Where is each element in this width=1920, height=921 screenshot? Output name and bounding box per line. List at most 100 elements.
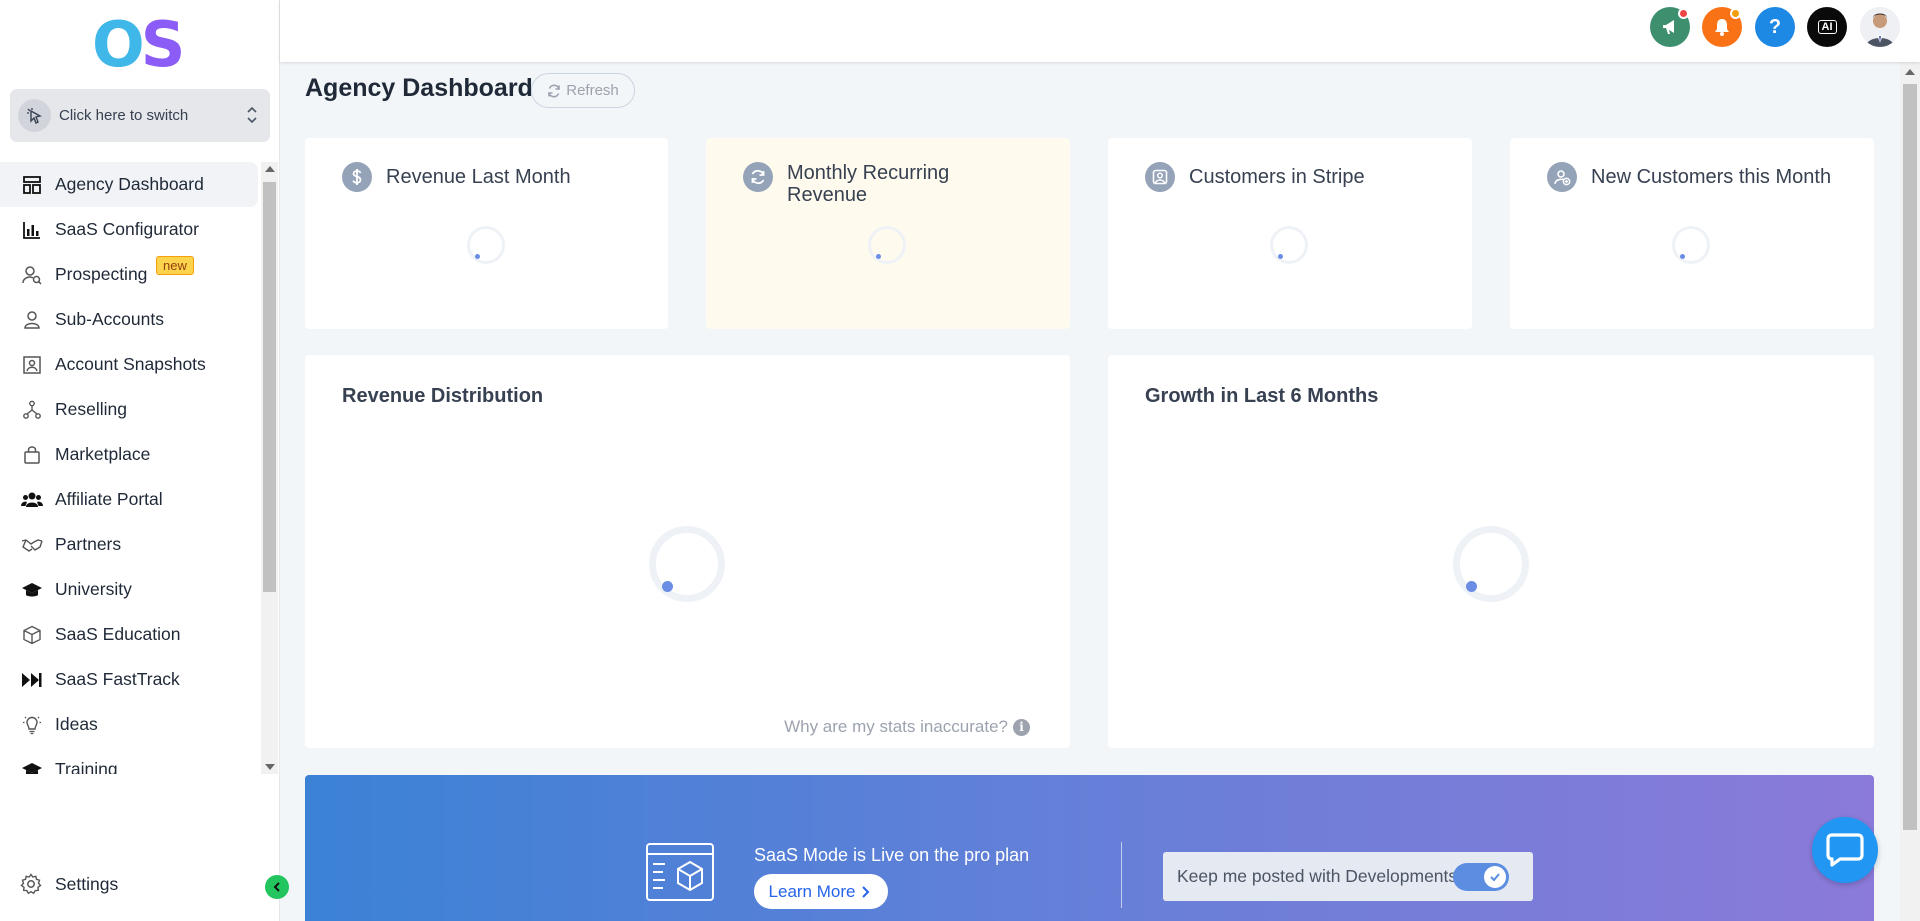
sidebar-item-partners[interactable]: Partners	[0, 522, 260, 567]
hierarchy-icon	[20, 398, 44, 422]
sidebar-item-settings[interactable]: Settings	[0, 862, 260, 907]
sidebar-item-training[interactable]: Training	[0, 747, 260, 774]
check-icon	[1484, 866, 1506, 888]
snapshot-icon	[20, 353, 44, 377]
sidebar-item-saas-fasttrack[interactable]: SaaS FastTrack	[0, 657, 260, 702]
loading-spinner	[1453, 526, 1529, 602]
ai-badge-icon: AI	[1817, 20, 1837, 34]
sidebar-item-label: Marketplace	[55, 444, 151, 464]
handshake-icon	[20, 533, 44, 557]
megaphone-icon	[1663, 20, 1674, 34]
loading-spinner	[649, 526, 725, 602]
sidebar-item-label: Agency Dashboard	[55, 174, 204, 194]
notification-dot	[1730, 8, 1741, 19]
stat-card-customers-in-stripe: Customers in Stripe	[1108, 138, 1472, 329]
new-badge: new	[156, 256, 194, 275]
customers-icon	[1145, 162, 1175, 192]
card-title: New Customers this Month	[1591, 166, 1832, 188]
card-title: Customers in Stripe	[1189, 166, 1365, 188]
sidebar-item-label: Account Snapshots	[55, 354, 206, 374]
sidebar-item-label: Affiliate Portal	[55, 489, 163, 509]
sidebar-item-marketplace[interactable]: Marketplace	[0, 432, 260, 477]
refresh-button[interactable]: Refresh	[531, 73, 635, 108]
chat-bubble-icon	[1826, 833, 1864, 867]
stats-inaccurate-label: Why are my stats inaccurate?	[784, 717, 1008, 736]
sidebar-item-saas-configurator[interactable]: SaaS Configurator	[0, 207, 260, 252]
announcements-button[interactable]	[1650, 7, 1690, 47]
account-switcher[interactable]: Click here to switch	[10, 89, 270, 142]
collapse-sidebar-button[interactable]	[265, 875, 289, 899]
scroll-down-arrow[interactable]	[265, 764, 275, 770]
help-button[interactable]: ?	[1755, 7, 1795, 47]
sidebar-item-affiliate-portal[interactable]: Affiliate Portal	[0, 477, 260, 522]
switcher-label: Click here to switch	[59, 107, 189, 124]
page-title: Agency Dashboard	[305, 74, 533, 102]
learn-more-label: Learn More	[768, 881, 856, 901]
notification-dot	[1678, 8, 1689, 19]
panel-title: Growth in Last 6 Months	[1145, 385, 1379, 407]
notifications-button[interactable]	[1702, 7, 1742, 47]
sidebar-item-ideas[interactable]: Ideas	[0, 702, 260, 747]
scroll-up-arrow[interactable]	[265, 166, 275, 172]
stat-card-revenue-last-month: Revenue Last Month	[305, 138, 668, 329]
stats-inaccurate-link[interactable]: Why are my stats inaccurate? i	[784, 717, 1030, 737]
saas-mode-banner: SaaS Mode is Live on the pro plan Learn …	[305, 775, 1874, 921]
card-title: Monthly Recurring Revenue	[787, 162, 950, 206]
sidebar-item-sub-accounts[interactable]: Sub-Accounts	[0, 297, 260, 342]
chat-widget-button[interactable]	[1812, 817, 1878, 883]
scrollbar-thumb[interactable]	[263, 182, 276, 592]
loading-spinner	[868, 226, 906, 264]
graduation-cap-icon	[20, 758, 44, 774]
banner-divider	[1121, 842, 1122, 908]
logo-letter-s: S	[140, 8, 186, 81]
top-header: ? AI	[280, 0, 1920, 62]
pointer-click-icon	[18, 99, 51, 132]
bell-icon	[1715, 19, 1729, 36]
main-scrollbar[interactable]	[1900, 62, 1920, 921]
main-content: Agency Dashboard Refresh Revenue Last Mo…	[280, 62, 1900, 921]
sidebar-item-label: Prospecting	[55, 264, 148, 284]
user-avatar-icon	[1860, 7, 1900, 47]
sidebar-scrollbar[interactable]	[261, 162, 278, 774]
users-icon	[20, 488, 44, 512]
sidebar-item-university[interactable]: University	[0, 567, 260, 612]
revenue-distribution-panel: Revenue Distribution Why are my stats in…	[305, 355, 1070, 748]
sidebar-item-label: Reselling	[55, 399, 127, 419]
sidebar-item-prospecting[interactable]: Prospecting new	[0, 252, 260, 297]
sidebar-item-label: Sub-Accounts	[55, 309, 164, 329]
settings-label: Settings	[55, 874, 119, 894]
user-icon	[20, 308, 44, 332]
chevron-updown-icon	[247, 106, 257, 124]
question-mark-icon: ?	[1768, 15, 1782, 38]
lightbulb-icon	[20, 713, 44, 737]
box-icon	[20, 623, 44, 647]
stat-card-new-customers: New Customers this Month	[1510, 138, 1874, 329]
ai-button[interactable]: AI	[1807, 7, 1847, 47]
sidebar-item-saas-education[interactable]: SaaS Education	[0, 612, 260, 657]
refresh-icon	[548, 84, 561, 97]
sidebar-item-label: SaaS FastTrack	[55, 669, 180, 689]
keep-posted-label: Keep me posted with Developments	[1177, 866, 1458, 886]
bar-chart-icon	[20, 218, 44, 242]
card-title: Revenue Last Month	[386, 166, 571, 188]
scrollbar-thumb[interactable]	[1903, 84, 1917, 830]
learn-more-button[interactable]: Learn More	[754, 874, 888, 909]
sidebar-item-label: Ideas	[55, 714, 98, 734]
logo-letter-o: O	[92, 8, 145, 81]
sidebar-item-label: University	[55, 579, 132, 599]
scroll-up-arrow[interactable]	[1905, 69, 1915, 75]
user-search-icon	[20, 263, 44, 287]
sidebar-item-reselling[interactable]: Reselling	[0, 387, 260, 432]
sidebar-item-label: SaaS Configurator	[55, 219, 199, 239]
sidebar-item-agency-dashboard[interactable]: Agency Dashboard	[0, 162, 258, 207]
keep-posted-box: Keep me posted with Developments	[1163, 852, 1533, 901]
sidebar-item-label: SaaS Education	[55, 624, 181, 644]
ai-label: AI	[1821, 21, 1833, 33]
fast-forward-icon	[20, 668, 44, 692]
sidebar-item-label: Partners	[55, 534, 122, 554]
logo: OS	[92, 14, 185, 76]
avatar[interactable]	[1860, 7, 1900, 47]
sidebar-item-account-snapshots[interactable]: Account Snapshots	[0, 342, 260, 387]
keep-posted-toggle[interactable]	[1453, 863, 1509, 891]
new-customer-icon	[1547, 162, 1577, 192]
